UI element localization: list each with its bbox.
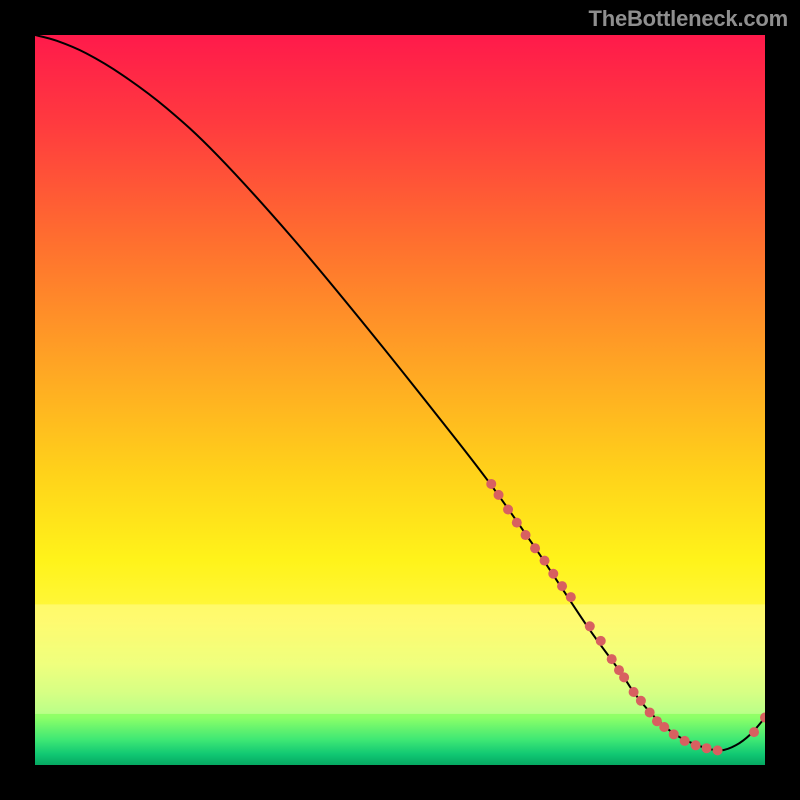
marker-dot <box>486 479 496 489</box>
chart-container: TheBottleneck.com <box>0 0 800 800</box>
marker-dot <box>680 736 690 746</box>
marker-dot <box>512 518 522 528</box>
marker-dot <box>566 592 576 602</box>
marker-dot <box>521 530 531 540</box>
marker-dot <box>636 696 646 706</box>
marker-dot <box>645 707 655 717</box>
marker-dot <box>503 505 513 515</box>
marker-dot <box>669 729 679 739</box>
marker-dot <box>548 569 558 579</box>
marker-dot <box>557 581 567 591</box>
marker-dot <box>713 745 723 755</box>
marker-dot <box>607 654 617 664</box>
marker-dot <box>659 722 669 732</box>
good-zone-band <box>35 604 765 714</box>
plot-area <box>35 35 765 765</box>
marker-dot <box>585 621 595 631</box>
marker-dot <box>749 727 759 737</box>
marker-dot <box>596 636 606 646</box>
marker-dot <box>619 672 629 682</box>
marker-dot <box>629 687 639 697</box>
attribution-watermark: TheBottleneck.com <box>588 6 788 32</box>
marker-dot <box>530 543 540 553</box>
marker-dot <box>691 740 701 750</box>
marker-dot <box>702 743 712 753</box>
marker-dot <box>494 490 504 500</box>
marker-dot <box>540 556 550 566</box>
chart-svg <box>35 35 765 765</box>
